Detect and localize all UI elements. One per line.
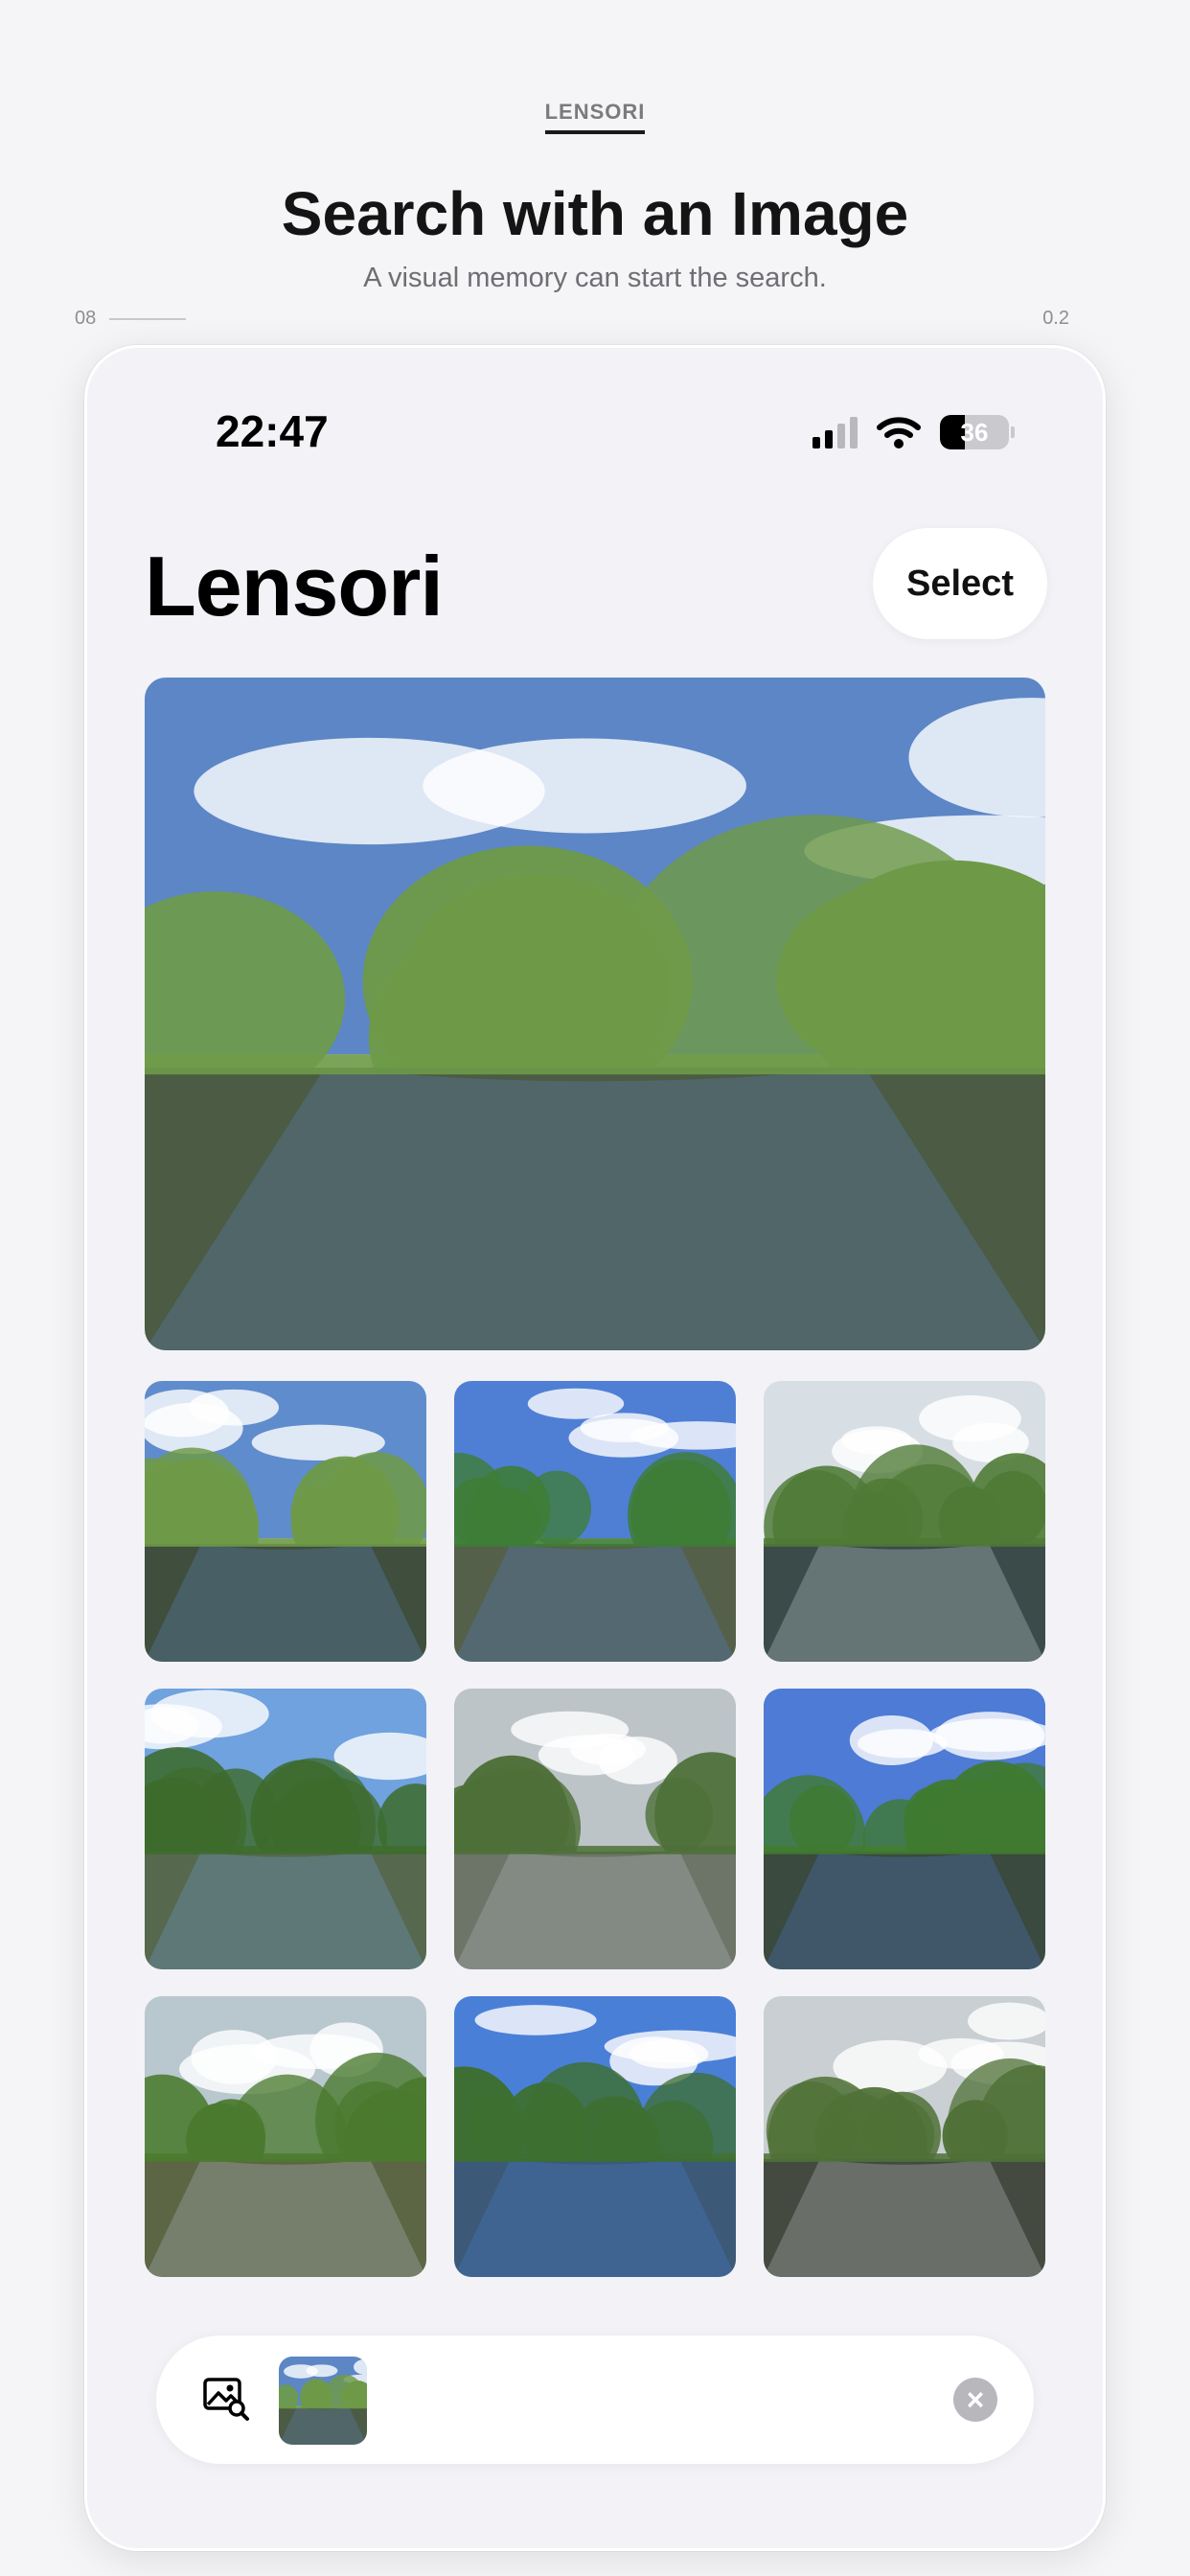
- query-image-thumbnail[interactable]: [279, 2357, 367, 2445]
- battery-percent: 36: [960, 418, 989, 447]
- brand-tag-label: LENSORI: [544, 100, 646, 134]
- status-time: 22:47: [216, 406, 329, 456]
- select-button[interactable]: Select: [873, 528, 1047, 639]
- page: LENSORI Search with an Image A visual me…: [0, 0, 1190, 2576]
- meta-left: 08: [75, 308, 187, 330]
- meta-left-label: 08: [75, 308, 97, 329]
- hero-photo[interactable]: [145, 678, 1045, 1350]
- status-bar: 22:47 36: [87, 400, 1103, 467]
- photo-thumbnail[interactable]: [145, 1689, 426, 1969]
- photo-thumbnail[interactable]: [764, 1381, 1045, 1662]
- image-search-icon[interactable]: [202, 2376, 250, 2422]
- cellular-signal-icon: [812, 416, 858, 448]
- app-title: Lensori: [145, 539, 444, 633]
- photo-thumbnail[interactable]: [145, 1381, 426, 1662]
- meta-rule: [109, 317, 187, 320]
- photo-thumbnail[interactable]: [764, 1996, 1045, 2277]
- brand-tag: LENSORI: [0, 100, 1190, 134]
- wifi-icon: [877, 417, 921, 448]
- status-icons: 36: [812, 415, 1015, 449]
- photo-thumbnail[interactable]: [145, 1996, 426, 2277]
- battery-icon: 36: [940, 415, 1009, 449]
- photo-thumbnail[interactable]: [454, 1996, 736, 2277]
- battery-cap: [1011, 426, 1015, 438]
- image-search-bar[interactable]: ×: [156, 2335, 1034, 2464]
- subhead: A visual memory can start the search.: [363, 263, 827, 293]
- photo-thumbnail[interactable]: [454, 1381, 736, 1662]
- headline: Search with an Image: [281, 179, 909, 248]
- photo-grid: [145, 1381, 1045, 2277]
- phone-frame: 22:47 36 Lensori Select ×: [84, 345, 1106, 2551]
- meta-right: 0.2: [1042, 308, 1069, 329]
- photo-thumbnail[interactable]: [764, 1689, 1045, 1969]
- clear-icon[interactable]: ×: [953, 2378, 997, 2422]
- photo-thumbnail[interactable]: [454, 1689, 736, 1969]
